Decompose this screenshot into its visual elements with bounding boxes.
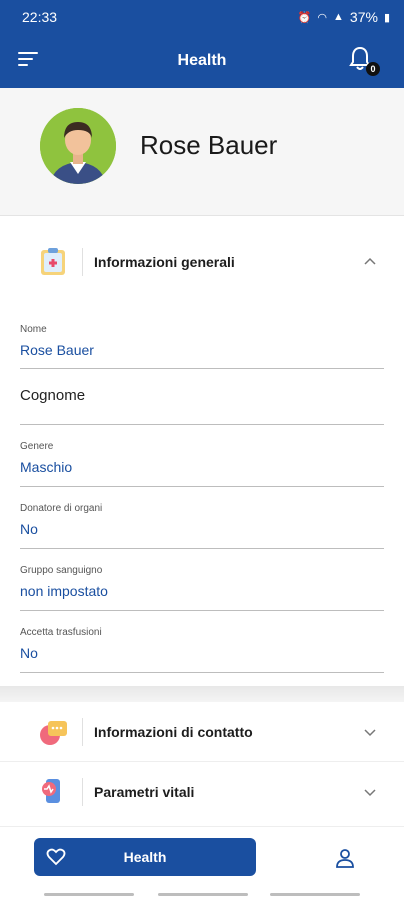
battery-icon: ▮ [383, 11, 390, 24]
field-genere[interactable]: Genere Maschio [20, 425, 384, 487]
person-avatar-icon [40, 108, 116, 184]
profile-header: Rose Bauer [0, 88, 404, 216]
field-label: Donatore di organi [20, 503, 103, 514]
battery-level: 37% [349, 9, 378, 25]
avatar[interactable] [40, 108, 116, 184]
status-indicators: ⏰ ◠ ▲ 37% ▮ [298, 9, 390, 25]
field-nome[interactable]: Nome Rose Bauer [20, 318, 384, 369]
chevron-down-icon[interactable] [364, 726, 376, 738]
menu-icon[interactable] [18, 52, 38, 70]
clipboard-icon [41, 248, 65, 275]
field-label: Accetta trasfusioni [20, 627, 102, 638]
heart-icon [46, 848, 66, 866]
gesture-bar [270, 893, 360, 896]
field-placeholder: Cognome [20, 387, 86, 404]
nav-health-button[interactable]: Health [34, 838, 256, 876]
contact-info-title: Informazioni di contatto [94, 724, 253, 740]
signal-icon: ▲ [333, 11, 344, 23]
gesture-bar [44, 893, 134, 896]
status-time: 22:33 [22, 9, 58, 25]
chevron-up-icon[interactable] [364, 256, 376, 268]
field-donatore[interactable]: Donatore di organi No [20, 487, 384, 549]
vitals-card[interactable]: Parametri vitali [0, 762, 404, 824]
contact-info-header[interactable]: Informazioni di contatto [0, 702, 404, 762]
vitals-header[interactable]: Parametri vitali [0, 762, 404, 822]
general-info-title: Informazioni generali [94, 254, 235, 270]
bottom-nav: Health [0, 826, 404, 900]
section-divider [82, 248, 83, 276]
alarm-icon: ⏰ [297, 11, 312, 24]
field-label: Nome [20, 324, 47, 335]
contact-info-card[interactable]: Informazioni di contatto [0, 702, 404, 762]
field-value: non impostato [20, 583, 108, 599]
notification-badge: 0 [366, 62, 380, 76]
notifications-button[interactable]: 0 [348, 46, 380, 76]
status-bar: 22:33 ⏰ ◠ ▲ 37% ▮ [0, 0, 404, 34]
vitals-title: Parametri vitali [94, 784, 195, 800]
field-value: Rose Bauer [20, 342, 94, 358]
general-info-card: Informazioni generali Nome Rose Bauer Co… [0, 216, 404, 686]
app-bar: Health 0 [0, 34, 404, 88]
chat-icon [40, 721, 67, 745]
field-value: Maschio [20, 459, 73, 475]
field-gruppo-sanguigno[interactable]: Gruppo sanguigno non impostato [20, 549, 384, 611]
field-cognome[interactable]: Cognome [20, 369, 384, 425]
section-divider [82, 778, 83, 806]
field-value: No [20, 645, 38, 661]
field-value: No [20, 521, 38, 537]
section-separator [0, 686, 404, 702]
general-info-header[interactable]: Informazioni generali [0, 232, 404, 292]
chevron-down-icon[interactable] [364, 786, 376, 798]
field-label: Genere [20, 441, 54, 452]
profile-name: Rose Bauer [140, 130, 278, 160]
field-trasfusioni[interactable]: Accetta trasfusioni No [20, 611, 384, 673]
page-title: Health [177, 52, 227, 69]
field-label: Gruppo sanguigno [20, 565, 103, 576]
nav-health-label: Health [123, 849, 167, 865]
wifi-icon: ◠ [317, 11, 328, 24]
vitals-icon [42, 779, 60, 803]
section-divider [82, 718, 83, 746]
user-icon[interactable] [334, 847, 356, 869]
gesture-bar [158, 893, 248, 896]
